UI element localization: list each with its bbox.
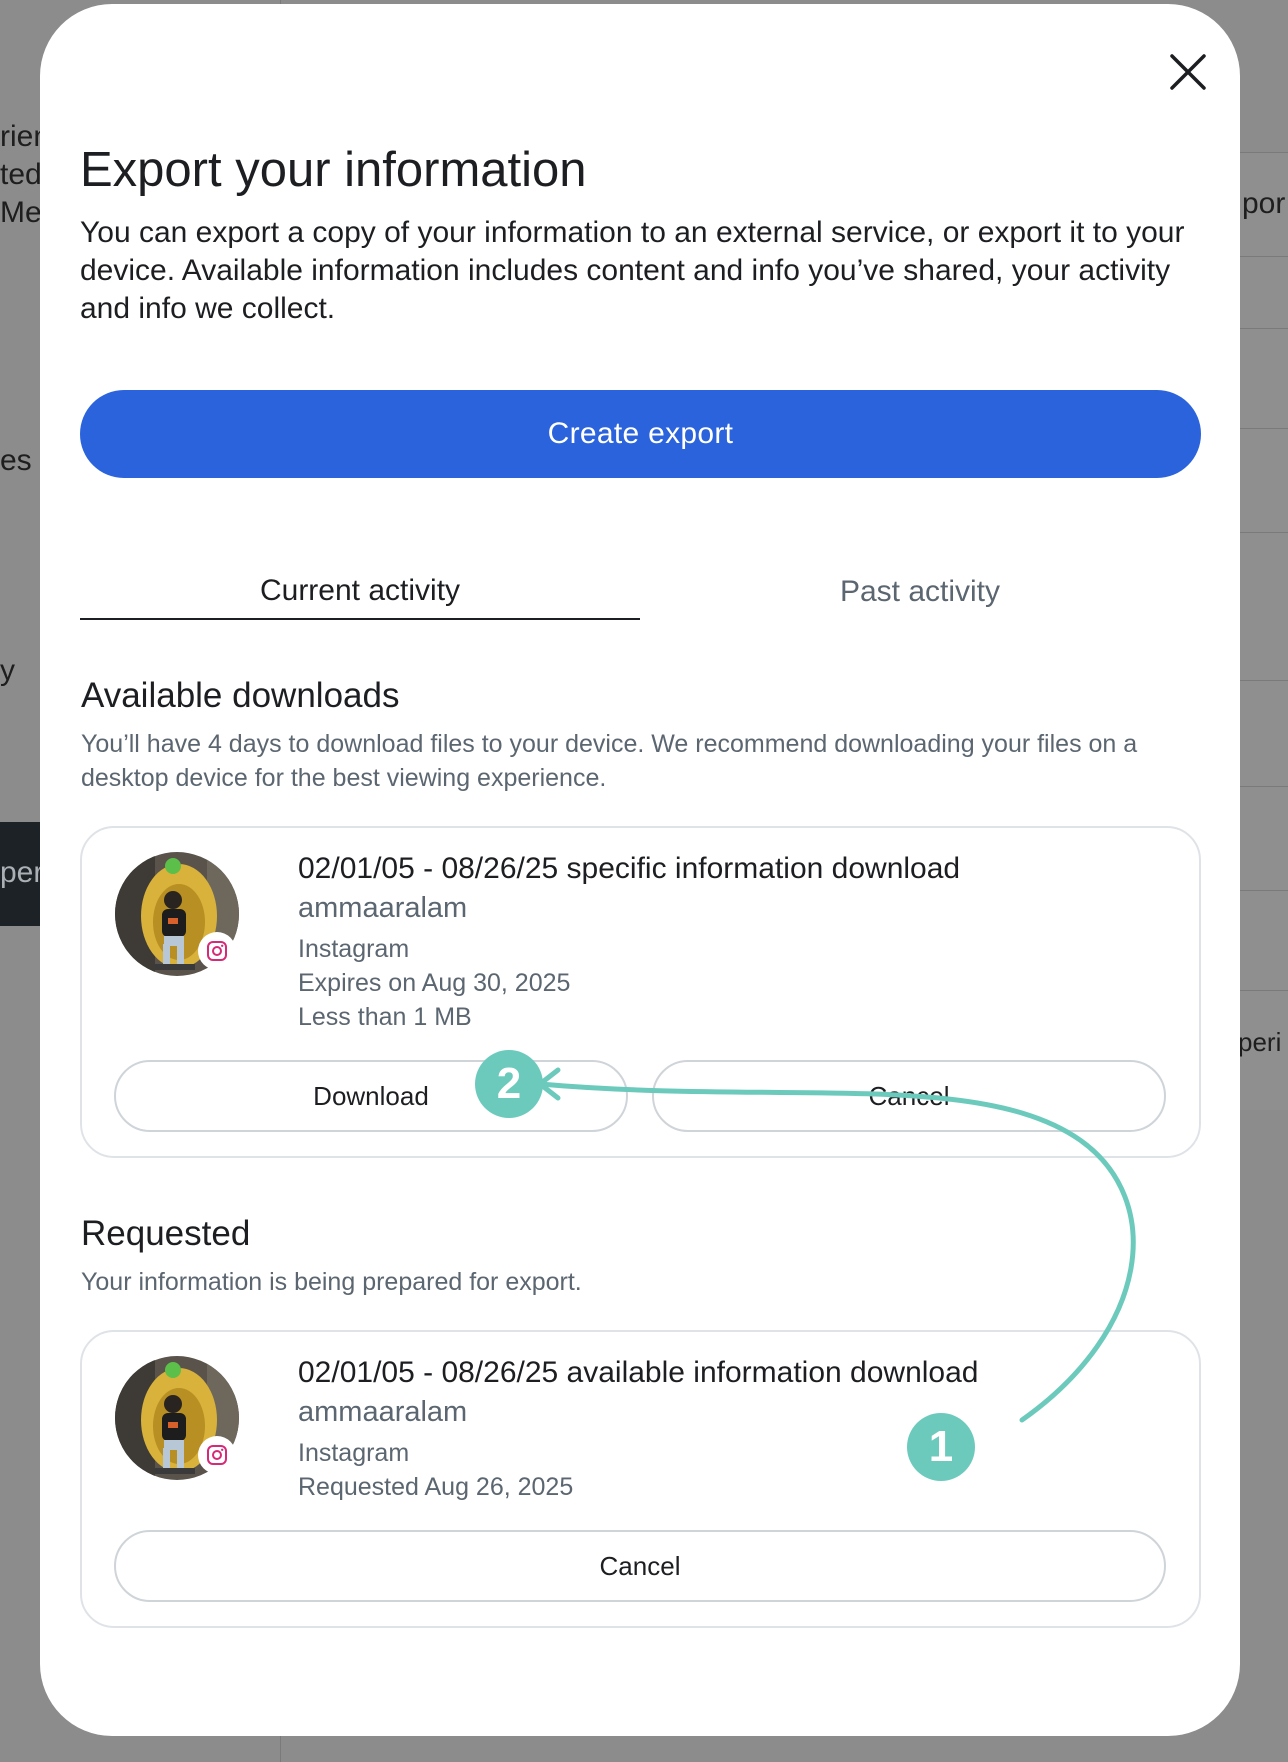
create-export-button[interactable]: Create export	[80, 390, 1201, 478]
requested-card: 02/01/05 - 08/26/25 available informatio…	[80, 1330, 1201, 1628]
requested-date: Requested Aug 26, 2025	[298, 1473, 574, 1501]
tab-past-activity[interactable]: Past activity	[640, 564, 1200, 620]
dialog-description: You can export a copy of your informatio…	[80, 216, 1185, 325]
requested-heading: Requested	[81, 1214, 251, 1253]
instagram-badge	[198, 1436, 236, 1474]
export-dialog: Export your information You can export a…	[40, 4, 1240, 1736]
background-row: por	[1238, 152, 1288, 256]
background-dark-block: per	[0, 822, 44, 926]
instagram-icon	[207, 941, 227, 961]
requested-username: ammaaralam	[298, 1396, 468, 1428]
background-row	[1238, 428, 1288, 532]
background-text: per	[0, 856, 44, 889]
download-size: Less than 1 MB	[298, 1003, 472, 1031]
download-card: 02/01/05 - 08/26/25 specific information…	[80, 826, 1201, 1158]
tab-current-activity[interactable]: Current activity	[80, 564, 640, 620]
background-row	[1238, 256, 1288, 328]
background-row	[1238, 680, 1288, 786]
close-button[interactable]	[1164, 48, 1212, 96]
available-downloads-description: You’ll have 4 days to download files to …	[81, 730, 1138, 792]
download-button[interactable]: Download	[114, 1060, 628, 1132]
download-platform: Instagram	[298, 935, 410, 963]
available-downloads-heading: Available downloads	[81, 676, 400, 715]
requested-platform: Instagram	[298, 1439, 410, 1467]
instagram-icon	[207, 1445, 227, 1465]
step-2-marker: 2	[475, 1050, 543, 1118]
background-row	[1238, 328, 1288, 428]
background-text: Me	[0, 196, 42, 229]
background-text: peri	[1238, 1027, 1282, 1057]
requested-title: 02/01/05 - 08/26/25 available informatio…	[298, 1356, 979, 1389]
instagram-badge	[198, 932, 236, 970]
background-row	[1238, 890, 1288, 990]
close-icon	[1170, 54, 1206, 90]
background-text: ted	[0, 158, 42, 191]
step-1-marker: 1	[907, 1413, 975, 1481]
download-username: ammaaralam	[298, 892, 468, 924]
download-expiry: Expires on Aug 30, 2025	[298, 969, 571, 997]
background-text: es	[0, 444, 32, 477]
background-row: peri	[1238, 990, 1288, 1110]
background-text: por	[1242, 187, 1286, 220]
download-title: 02/01/05 - 08/26/25 specific information…	[298, 852, 961, 885]
cancel-request-button[interactable]: Cancel	[114, 1530, 1166, 1602]
background-row	[1238, 532, 1288, 680]
requested-description: Your information is being prepared for e…	[81, 1268, 582, 1296]
background-row	[1238, 786, 1288, 890]
dialog-title: Export your information	[80, 143, 587, 197]
background-text: y	[0, 654, 15, 687]
cancel-download-button[interactable]: Cancel	[652, 1060, 1166, 1132]
